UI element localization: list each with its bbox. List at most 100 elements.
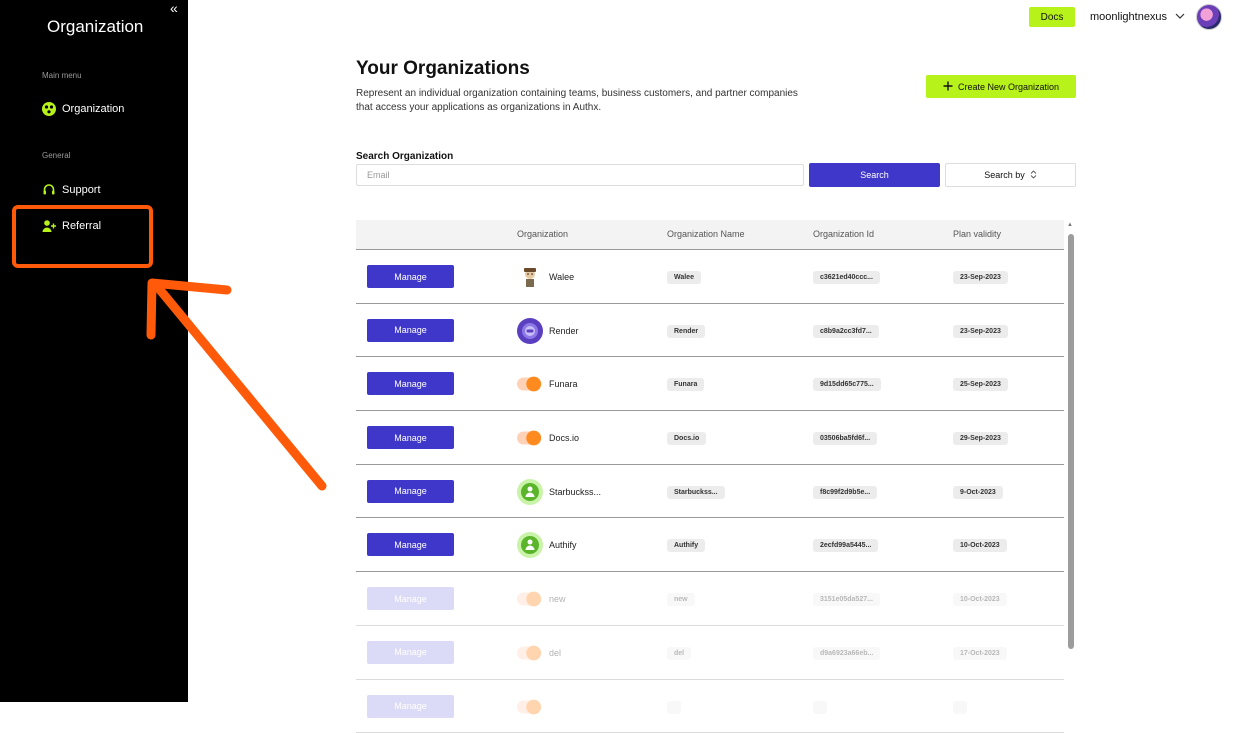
table-row: ManageDocs.ioDocs.io03506ba5fd6f...29-Se… [356, 411, 1064, 465]
organization-id-chip: 2ecfd99a5445... [813, 539, 878, 552]
organization-id-chip: c8b9a2cc3fd7... [813, 325, 879, 338]
table-row: Manage del del d9a6923a66eb... 17-Oct-2023 [356, 626, 1064, 680]
table-row: Manage new new 3151e05da527... 10-Oct-2023 [356, 572, 1064, 626]
page-title: Your Organizations [356, 58, 530, 80]
organization-name-chip: Render [667, 325, 705, 338]
organization-id-chip: d9a6923a66eb... [813, 647, 880, 660]
organization-label: Walee [549, 272, 574, 282]
organization-name-chip: Walee [667, 271, 701, 284]
toggle-logo-icon [517, 586, 543, 612]
table-row: Manage Walee Walee c3621ed40ccc... 23-Sep-20… [356, 250, 1064, 304]
chevron-down-icon [1175, 11, 1185, 23]
organization-cell: Walee [517, 264, 574, 290]
search-button[interactable]: Search [809, 163, 940, 187]
plan-validity-chip: 29-Sep-2023 [953, 432, 1008, 445]
manage-button[interactable]: Manage [367, 641, 454, 664]
username: moonlightnexus [1090, 11, 1167, 23]
toggle-logo-icon [517, 640, 543, 666]
plan-validity-chip: 9-Oct-2023 [953, 486, 1003, 499]
walee-logo-icon [517, 264, 543, 290]
organization-icon [42, 102, 56, 116]
table-row: Manage Render Render c8b9a2cc3fd7... 23-Sep-… [356, 304, 1064, 358]
toggle-logo-icon [517, 371, 543, 397]
organization-label: Docs.io [549, 433, 579, 443]
table-row: Manage Funara Funara 9d15dd65c775... 25-Sep-… [356, 357, 1064, 411]
organization-name-chip: del [667, 647, 691, 660]
organization-id-chip [813, 701, 827, 714]
sidebar-title: Organization [47, 17, 143, 37]
organization-name-chip: Funara [667, 378, 704, 391]
create-organization-button[interactable]: Create New Organization [926, 75, 1076, 98]
avatar[interactable] [1196, 4, 1222, 30]
organization-cell: Authify [517, 532, 577, 558]
plan-validity-chip: 10-Oct-2023 [953, 539, 1007, 552]
organization-name-chip: Authify [667, 539, 705, 552]
scrollbar-thumb[interactable] [1068, 234, 1074, 649]
table-row: Manage [356, 680, 1064, 733]
create-organization-label: Create New Organization [958, 82, 1059, 92]
plan-validity-chip: 17-Oct-2023 [953, 647, 1007, 660]
search-input[interactable] [356, 164, 804, 186]
docs-button[interactable]: Docs [1029, 7, 1075, 27]
manage-button[interactable]: Manage [367, 265, 454, 288]
manage-button[interactable]: Manage [367, 533, 454, 556]
column-header: Organization Name [667, 229, 745, 239]
organization-cell: new [517, 586, 566, 612]
manage-button[interactable]: Manage [367, 587, 454, 610]
search-by-dropdown[interactable]: Search by [945, 163, 1076, 187]
toggle-logo-icon [517, 694, 543, 720]
organization-cell: Funara [517, 371, 578, 397]
table-row: Manage Starbuckss... Starbuckss... f8c99f2d… [356, 465, 1064, 519]
manage-button[interactable]: Manage [367, 319, 454, 342]
sidebar-item-support[interactable]: Support [42, 183, 101, 197]
organization-cell: Docs.io [517, 425, 579, 451]
plan-validity-chip: 23-Sep-2023 [953, 271, 1008, 284]
manage-button[interactable]: Manage [367, 426, 454, 449]
column-header: Organization Id [813, 229, 874, 239]
organization-name-chip [667, 701, 681, 714]
sort-updown-icon [1030, 170, 1037, 181]
organization-label: new [549, 594, 566, 604]
organization-id-chip: 9d15dd65c775... [813, 378, 881, 391]
manage-button[interactable]: Manage [367, 372, 454, 395]
manage-button[interactable]: Manage [367, 480, 454, 503]
organization-label: Render [549, 326, 579, 336]
user-menu[interactable]: moonlightnexus [1090, 11, 1185, 23]
organization-label: Starbuckss... [549, 487, 601, 497]
render-logo-icon [517, 318, 543, 344]
column-header: Plan validity [953, 229, 1001, 239]
manage-button[interactable]: Manage [367, 695, 454, 718]
organization-cell: Render [517, 318, 579, 344]
organization-name-chip: Docs.io [667, 432, 706, 445]
organization-cell [517, 694, 549, 720]
organization-cell: Starbuckss... [517, 479, 601, 505]
organization-label: Funara [549, 379, 578, 389]
sidebar-section-main-menu: Main menu [42, 71, 82, 80]
organization-name-chip: new [667, 593, 695, 606]
plan-validity-chip: 25-Sep-2023 [953, 378, 1008, 391]
scroll-up-icon[interactable]: ▲ [1067, 222, 1073, 228]
page-description: Represent an individual organization con… [356, 87, 806, 115]
plan-validity-chip: 10-Oct-2023 [953, 593, 1007, 606]
organization-id-chip: c3621ed40ccc... [813, 271, 880, 284]
search-label: Search Organization [356, 151, 453, 162]
person-logo-icon [517, 479, 543, 505]
plan-validity-chip [953, 701, 967, 714]
double-chevron-left-icon[interactable]: « [170, 0, 178, 16]
plan-validity-chip: 23-Sep-2023 [953, 325, 1008, 338]
sidebar: Organization « Main menu Organization Ge… [0, 0, 188, 702]
sidebar-item-label: Support [62, 184, 101, 196]
organization-name-chip: Starbuckss... [667, 486, 725, 499]
plus-icon [943, 81, 953, 93]
organization-label: del [549, 648, 561, 658]
headset-icon [42, 183, 56, 197]
organization-id-chip: 3151e05da527... [813, 593, 880, 606]
sidebar-item-organization[interactable]: Organization [42, 102, 124, 116]
sidebar-item-label: Organization [62, 103, 124, 115]
search-by-label: Search by [984, 170, 1025, 180]
sidebar-section-general: General [42, 151, 70, 160]
annotation-highlight-box [12, 205, 153, 268]
column-header: Organization [517, 229, 568, 239]
table-body: Manage Walee Walee c3621ed40ccc... 23-Sep-20… [356, 250, 1064, 733]
organization-id-chip: f8c99f2d9b5e... [813, 486, 877, 499]
